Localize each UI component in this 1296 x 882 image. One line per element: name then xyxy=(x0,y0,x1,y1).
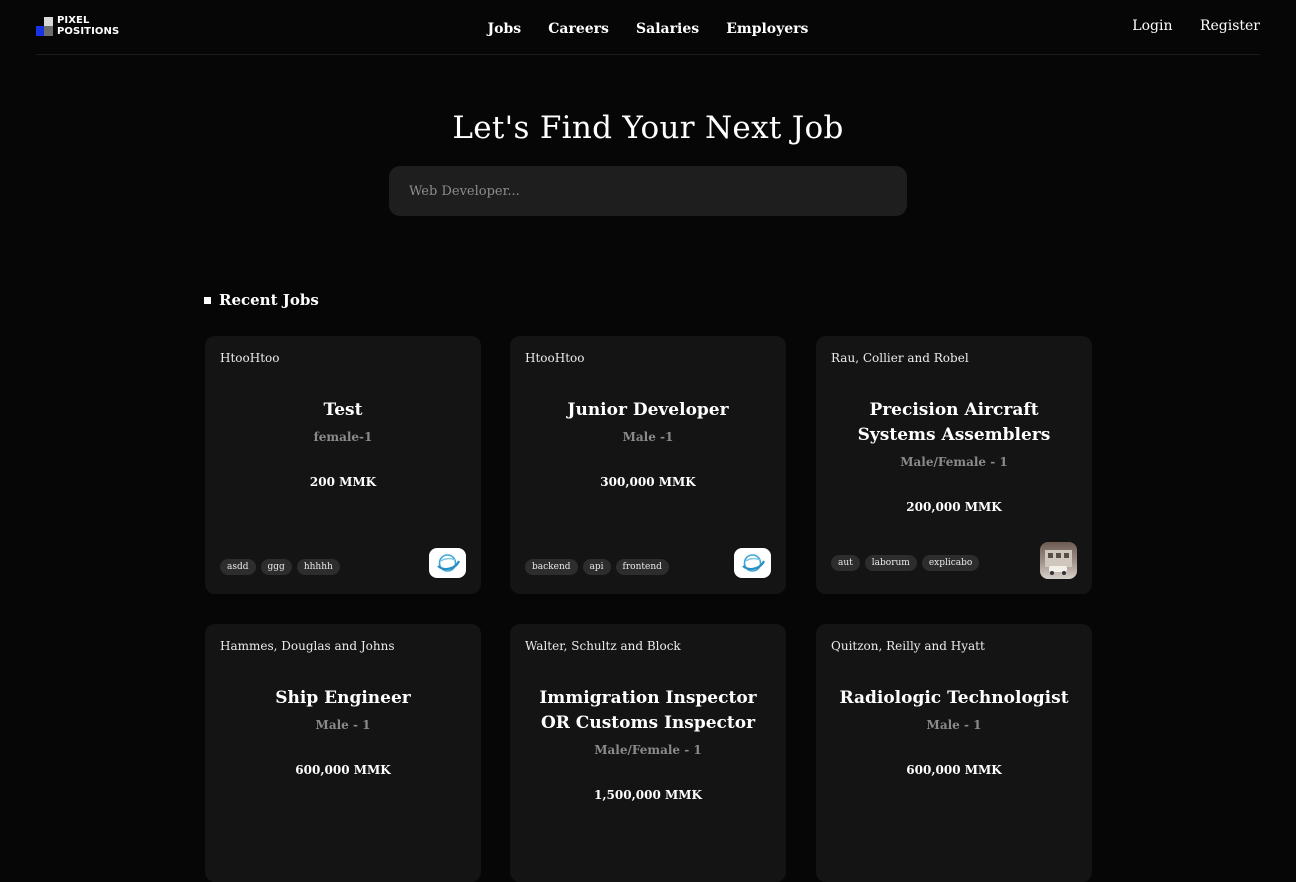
job-salary: 600,000 MMK xyxy=(906,763,1002,777)
employer-name[interactable]: Walter, Schultz and Block xyxy=(525,639,771,653)
recent-jobs-heading: Recent Jobs xyxy=(204,291,319,309)
job-salary: 600,000 MMK xyxy=(295,763,391,777)
job-requirement: female-1 xyxy=(313,430,373,444)
blue-swirl-logo-icon xyxy=(742,554,766,572)
job-title-block: Test female-1 200 MMK xyxy=(221,398,465,495)
job-card[interactable]: Rau, Collier and Robel Precision Aircraf… xyxy=(816,336,1092,594)
employer-logo-icon xyxy=(734,548,771,578)
job-salary: 200,000 MMK xyxy=(906,500,1002,514)
job-title[interactable]: Test xyxy=(221,398,465,423)
tag-list: asdd ggg hhhhh xyxy=(220,559,340,575)
building-photo-icon xyxy=(1040,542,1077,579)
job-title[interactable]: Radiologic Technologist xyxy=(832,686,1076,711)
job-card[interactable]: Hammes, Douglas and Johns Ship Engineer … xyxy=(205,624,481,882)
job-card[interactable]: Walter, Schultz and Block Immigration In… xyxy=(510,624,786,882)
job-card[interactable]: HtooHtoo Junior Developer Male -1 300,00… xyxy=(510,336,786,594)
job-title[interactable]: Ship Engineer xyxy=(221,686,465,711)
main-nav: Jobs Careers Salaries Employers xyxy=(36,18,1260,37)
recent-jobs-label: Recent Jobs xyxy=(219,291,319,309)
tag[interactable]: hhhhh xyxy=(296,559,340,575)
tag-list: backend api frontend xyxy=(525,559,669,575)
heading-bullet-icon xyxy=(204,296,211,304)
job-card[interactable]: Quitzon, Reilly and Hyatt Radiologic Tec… xyxy=(816,624,1092,882)
job-title-block: Precision Aircraft Systems Assemblers Ma… xyxy=(832,398,1076,520)
register-link[interactable]: Register xyxy=(1200,18,1260,34)
tag[interactable]: ggg xyxy=(260,559,292,575)
nav-link-careers[interactable]: Careers xyxy=(548,21,609,37)
job-title-block: Radiologic Technologist Male - 1 600,000… xyxy=(832,686,1076,783)
job-requirement: Male/Female - 1 xyxy=(900,455,1008,469)
tag-list: aut laborum explicabo xyxy=(831,555,980,571)
job-title-block: Junior Developer Male -1 300,000 MMK xyxy=(526,398,770,495)
nav-link-jobs[interactable]: Jobs xyxy=(488,21,522,37)
nav-link-employers[interactable]: Employers xyxy=(726,21,808,37)
job-title[interactable]: Immigration Inspector OR Customs Inspect… xyxy=(526,686,770,736)
search-input[interactable] xyxy=(407,182,889,200)
job-title-block: Immigration Inspector OR Customs Inspect… xyxy=(526,686,770,808)
tag[interactable]: aut xyxy=(831,555,860,571)
employer-name[interactable]: Quitzon, Reilly and Hyatt xyxy=(831,639,1077,653)
building-photo-graphic xyxy=(1045,550,1072,575)
job-title-block: Ship Engineer Male - 1 600,000 MMK xyxy=(221,686,465,783)
nav-link-salaries[interactable]: Salaries xyxy=(636,21,699,37)
job-title[interactable]: Precision Aircraft Systems Assemblers xyxy=(832,398,1076,448)
tag[interactable]: frontend xyxy=(615,559,669,575)
tag[interactable]: asdd xyxy=(220,559,256,575)
job-requirement: Male -1 xyxy=(622,430,674,444)
job-salary: 300,000 MMK xyxy=(600,475,696,489)
tag[interactable]: backend xyxy=(525,559,578,575)
top-nav: PIXEL POSITIONS Jobs Careers Salaries Em… xyxy=(36,0,1260,55)
search-box xyxy=(389,166,907,216)
job-salary: 1,500,000 MMK xyxy=(594,788,702,802)
employer-name[interactable]: HtooHtoo xyxy=(220,351,466,365)
tag[interactable]: api xyxy=(582,559,611,575)
employer-name[interactable]: Rau, Collier and Robel xyxy=(831,351,1077,365)
blue-swirl-logo-icon xyxy=(437,554,461,572)
job-requirement: Male - 1 xyxy=(926,718,982,732)
employer-name[interactable]: HtooHtoo xyxy=(525,351,771,365)
job-title[interactable]: Junior Developer xyxy=(526,398,770,423)
tag[interactable]: laborum xyxy=(864,555,917,571)
job-card[interactable]: HtooHtoo Test female-1 200 MMK asdd ggg … xyxy=(205,336,481,594)
job-requirement: Male - 1 xyxy=(315,718,371,732)
login-link[interactable]: Login xyxy=(1132,18,1172,34)
tag[interactable]: explicabo xyxy=(921,555,980,571)
auth-links: Login Register xyxy=(1109,18,1260,34)
employer-name[interactable]: Hammes, Douglas and Johns xyxy=(220,639,466,653)
hero-title: Let's Find Your Next Job xyxy=(452,110,844,146)
employer-logo-icon xyxy=(429,548,466,578)
job-salary: 200 MMK xyxy=(309,475,377,489)
job-requirement: Male/Female - 1 xyxy=(594,743,702,757)
